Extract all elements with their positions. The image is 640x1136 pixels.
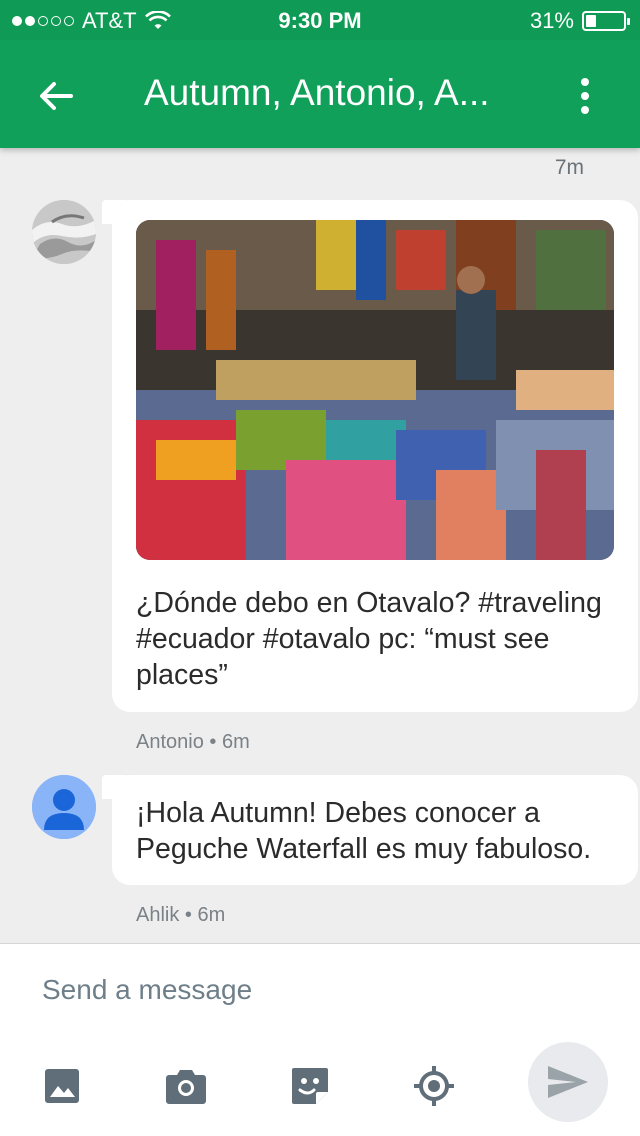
arrow-left-icon — [40, 82, 73, 110]
image-button[interactable] — [40, 1064, 84, 1108]
message-input[interactable]: Send a message — [42, 974, 252, 1006]
more-options-button[interactable] — [570, 74, 600, 118]
send-icon — [548, 1066, 588, 1098]
more-vert-icon — [581, 78, 589, 86]
message-meta: Antonio • 6m — [136, 731, 250, 753]
conversation-title: Autumn, Antonio, A... — [144, 72, 490, 113]
camera-button[interactable] — [164, 1064, 208, 1108]
sticker-button[interactable] — [288, 1064, 332, 1108]
battery-percent: 31% — [529, 8, 574, 33]
location-icon — [414, 1066, 454, 1106]
message-meta: Ahlik • 6m — [136, 904, 226, 926]
battery-icon — [582, 11, 630, 31]
location-button[interactable] — [412, 1064, 456, 1108]
camera-icon — [166, 1070, 206, 1104]
message-text: ¡Hola Autumn! Debes conocer a Peguche Wa… — [136, 797, 592, 865]
message-text: ¿Dónde debo en Otavalo? #traveling #ecua… — [136, 587, 602, 691]
image-icon — [45, 1069, 79, 1103]
status-right: 31% — [529, 8, 630, 34]
status-bar: AT&T 9:30 PM 31% — [0, 0, 640, 40]
market-textiles-photo-icon — [136, 220, 614, 560]
message-composer: Send a message — [0, 943, 640, 1136]
default-person-avatar-icon — [32, 775, 96, 839]
avatar[interactable] — [32, 775, 96, 839]
shared-photo[interactable] — [136, 220, 614, 560]
sticker-icon — [292, 1068, 328, 1104]
message-bubble[interactable]: ¿Dónde debo en Otavalo? #traveling #ecua… — [102, 200, 638, 712]
message-bubble[interactable]: ¡Hola Autumn! Debes conocer a Peguche Wa… — [102, 775, 638, 885]
message-timestamp: 7m — [554, 156, 584, 179]
app-header: AT&T 9:30 PM 31% Autumn, Antonio, A... — [0, 0, 640, 148]
send-button[interactable] — [528, 1042, 608, 1122]
avatar[interactable] — [32, 200, 96, 264]
photo-avatar-icon — [32, 200, 96, 264]
back-button[interactable] — [34, 74, 78, 118]
